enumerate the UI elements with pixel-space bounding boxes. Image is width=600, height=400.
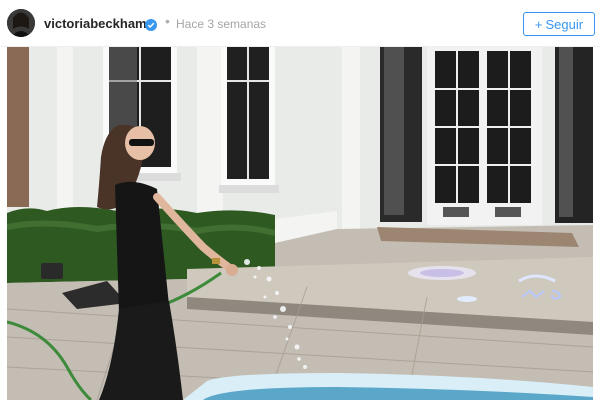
separator-dot: • — [165, 13, 170, 29]
avatar[interactable] — [7, 9, 35, 37]
photo-image — [7, 47, 593, 400]
post-header: victoriabeckham • Hace 3 semanas + Seguir — [0, 0, 600, 47]
follow-button[interactable]: + Seguir — [523, 12, 595, 36]
follow-label: Seguir — [545, 17, 584, 32]
post-time[interactable]: Hace 3 semanas — [176, 17, 266, 31]
verified-badge-icon — [145, 18, 157, 31]
post-photo[interactable] — [7, 47, 593, 400]
plus-icon: + — [534, 17, 543, 32]
avatar-image — [7, 9, 35, 37]
username-link[interactable]: victoriabeckham — [44, 16, 147, 31]
